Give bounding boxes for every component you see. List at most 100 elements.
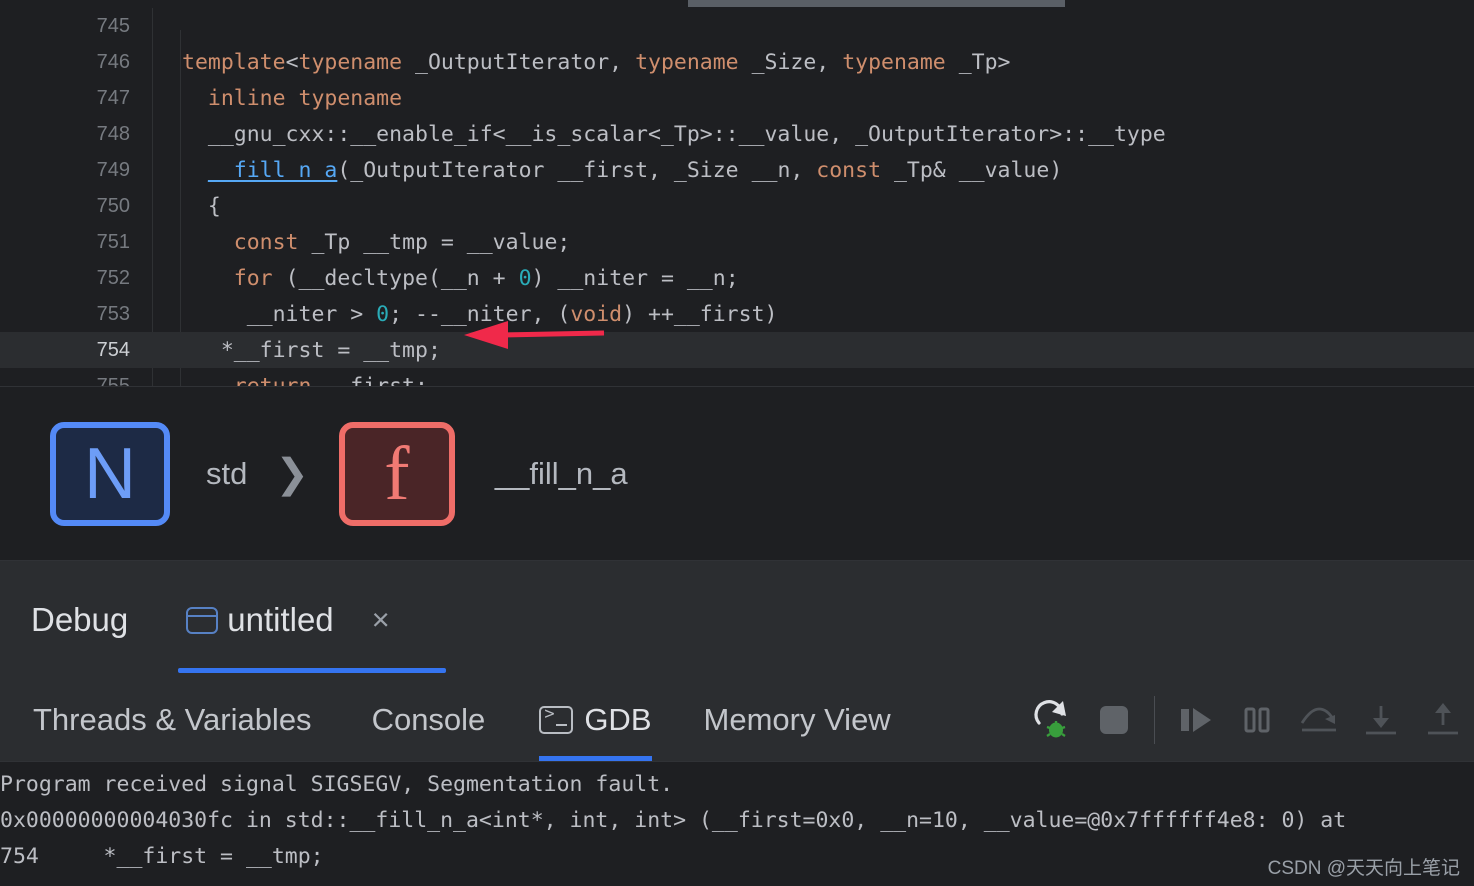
step-out-button[interactable] [1412,689,1474,751]
token-pn: ) [1049,157,1063,183]
token-kw: template [182,49,286,75]
token-id [182,230,234,255]
code-line-750[interactable]: 750 { [0,188,1474,224]
line-number: 752 [96,266,130,289]
line-number: 747 [96,86,130,109]
token-id: _OutputIterator __first, _Size __n, [350,157,817,183]
code-text: return __first; [152,374,428,387]
code-text: for (__decltype(__n + 0) __niter = __n; [152,266,739,291]
code-line-752[interactable]: 752 for (__decltype(__n + 0) __niter = _… [0,260,1474,296]
step-into-button[interactable] [1350,689,1412,751]
scrollbar-thumb[interactable] [688,0,1065,7]
tab-console[interactable]: Console [372,679,486,761]
breadcrumb-function-label[interactable]: __fill_n_a [495,456,628,492]
tab-label: Console [371,702,486,737]
tab-label: GDB [584,702,652,737]
resume-program-icon [1181,708,1211,732]
pause-button[interactable] [1226,689,1288,751]
chevron-right-icon: ❯ [275,451,309,496]
token-id: ) __niter = __n; [531,265,739,291]
token-id [182,266,234,291]
code-line-751[interactable]: 751 const _Tp __tmp = __value; [0,224,1474,260]
breadcrumb: N std ❯ f __fill_n_a [0,387,1474,560]
pause-program-icon [1244,707,1270,733]
token-kw: typename [298,49,403,75]
tab-label: Threads & Variables [33,702,312,737]
token-id: _Size, [738,49,843,75]
token-id: ) ++__first) [622,301,778,327]
code-line-745[interactable]: 745 [0,8,1474,44]
token-kw: void [570,301,623,327]
token-id [286,86,299,111]
rerun-debug-button[interactable] [1021,689,1083,751]
step-into-icon [1366,706,1396,735]
debug-session-tab-label: untitled [227,601,334,638]
tab-threads-variables[interactable]: Threads & Variables [33,679,312,761]
token-fnu: __fill_n_a [207,157,338,183]
token-kw: typename [635,49,739,75]
debug-tool-window-header: Debug untitled × [0,561,1474,679]
code-lines-container: 745 746 template<typename _OutputIterator,… [0,8,1474,386]
debug-toolbar [1021,679,1474,761]
gdb-console-output[interactable]: Program received signal SIGSEGV, Segment… [0,762,1474,886]
line-number: 753 [96,302,130,325]
line-number: 754 [96,338,130,361]
token-kw: for [233,265,273,291]
code-line-754[interactable]: 754 *__first = __tmp; [0,332,1474,368]
code-line-749[interactable]: 749 __fill_n_a(_OutputIterator __first, … [0,152,1474,188]
token-kw: const [816,157,882,183]
stop-button[interactable] [1083,689,1145,751]
token-num: 0 [518,265,532,291]
token-id: __gnu_cxx::__enable_if<__is_scalar<_Tp>:… [182,121,1166,147]
code-text: const _Tp __tmp = __value; [152,229,571,255]
token-id [182,158,208,183]
restart-debug-icon [1034,700,1066,738]
ide-debug-window: 745 746 template<typename _OutputIterator,… [0,0,1474,886]
toolbar-divider [1154,696,1155,744]
line-number: 746 [96,50,130,73]
tab-gdb[interactable]: GDB [539,679,652,761]
code-text: inline typename [152,86,402,111]
token-id [182,374,234,387]
code-line-746[interactable]: 746 template<typename _OutputIterator, ty… [0,44,1474,80]
code-text: __gnu_cxx::__enable_if<__is_scalar<_Tp>:… [152,122,1166,147]
terminal-icon [539,704,574,734]
step-over-button[interactable] [1288,689,1350,751]
function-icon[interactable]: f [338,421,455,526]
breadcrumb-namespace-label[interactable]: std [206,456,247,492]
code-editor[interactable]: 745 746 template<typename _OutputIterator,… [0,8,1474,386]
code-line-755[interactable]: 755 return __first; [0,368,1474,387]
console-line: Program received signal SIGSEGV, Segment… [0,772,674,797]
step-out-icon [1428,703,1458,735]
close-icon[interactable]: × [372,602,390,638]
code-line-753[interactable]: 753 __niter > 0; --__niter, (void) ++__f… [0,296,1474,332]
tab-label: Memory View [703,702,891,737]
console-window-icon [186,606,219,634]
token-pn: < [285,49,299,75]
step-over-icon [1300,707,1336,732]
code-text: __niter > 0; --__niter, (void) ++__first… [152,301,778,327]
line-number: 750 [96,194,130,217]
resume-button[interactable] [1164,689,1226,751]
namespace-icon[interactable]: N [50,421,170,526]
token-id: _OutputIterator, [402,49,636,75]
token-kw: inline [207,85,286,111]
stop-square-icon [1100,706,1128,734]
token-pn: ( [337,157,351,183]
code-line-748[interactable]: 748 __gnu_cxx::__enable_if<__is_scalar<_… [0,116,1474,152]
debug-session-tab-untitled[interactable]: untitled × [186,561,390,679]
line-number: 745 [96,14,130,37]
editor-horizontal-scrollbar[interactable] [0,0,1474,8]
token-id: _Tp& __value [881,157,1050,183]
token-kw: const [233,229,299,255]
tab-memory-view[interactable]: Memory View [704,679,891,761]
token-id: ; --__niter, ( [389,301,571,327]
token-id: _Tp __tmp = __value; [298,229,571,255]
code-line-747[interactable]: 747 inline typename [0,80,1474,116]
code-text: { [152,194,221,219]
debug-panel-title: Debug [31,601,129,638]
line-number: 748 [96,122,130,145]
token-id [182,86,208,111]
console-line: 0x00000000004030fc in std::__fill_n_a<in… [0,808,1360,833]
console-lines-container: Program received signal SIGSEGV, Segment… [0,767,1474,875]
